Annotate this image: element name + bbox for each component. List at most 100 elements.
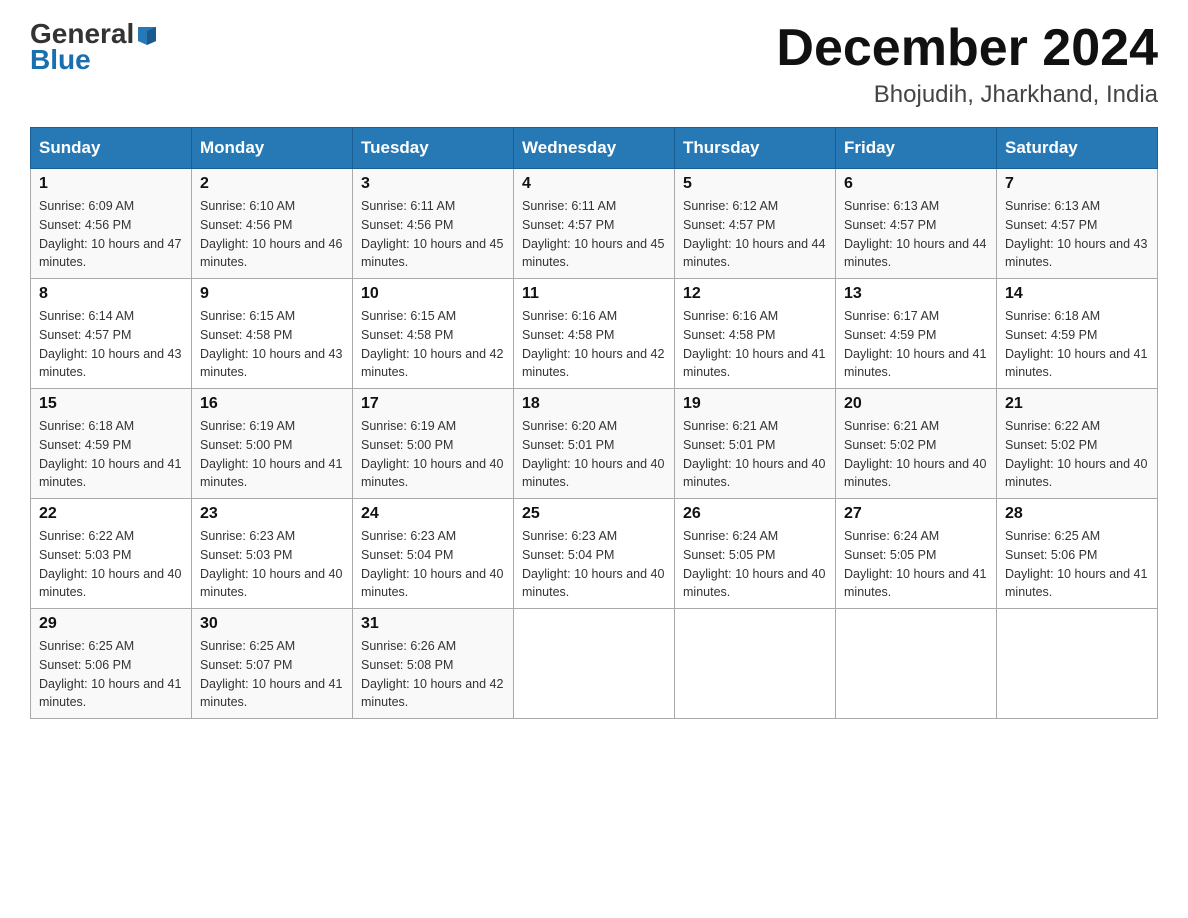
day-info: Sunrise: 6:13 AMSunset: 4:57 PMDaylight:… <box>1005 197 1149 272</box>
calendar-day-cell: 12Sunrise: 6:16 AMSunset: 4:58 PMDayligh… <box>675 279 836 389</box>
day-info: Sunrise: 6:19 AMSunset: 5:00 PMDaylight:… <box>200 417 344 492</box>
calendar-day-cell: 4 Sunrise: 6:11 AMSunset: 4:57 PMDaylight… <box>514 169 675 279</box>
day-info: Sunrise: 6:26 AMSunset: 5:08 PMDaylight:… <box>361 637 505 712</box>
calendar-day-cell <box>836 609 997 719</box>
day-number: 1 <box>39 175 183 193</box>
day-number: 13 <box>844 285 988 303</box>
calendar-day-cell: 18 Sunrise: 6:20 AMSunset: 5:01 PMDayligh… <box>514 389 675 499</box>
calendar-day-cell: 10 Sunrise: 6:15 AMSunset: 4:58 PMDayligh… <box>353 279 514 389</box>
day-info: Sunrise: 6:20 AMSunset: 5:01 PMDaylight:… <box>522 417 666 492</box>
day-of-week-header: Tuesday <box>353 128 514 169</box>
calendar-day-cell <box>675 609 836 719</box>
calendar-day-cell: 1 Sunrise: 6:09 AMSunset: 4:56 PMDaylight… <box>31 169 192 279</box>
calendar-day-cell: 17 Sunrise: 6:19 AMSunset: 5:00 PMDayligh… <box>353 389 514 499</box>
day-number: 30 <box>200 615 344 633</box>
calendar-day-cell: 16 Sunrise: 6:19 AMSunset: 5:00 PMDayligh… <box>192 389 353 499</box>
calendar-day-cell: 8 Sunrise: 6:14 AMSunset: 4:57 PMDaylight… <box>31 279 192 389</box>
day-number: 21 <box>1005 395 1149 413</box>
day-info: Sunrise: 6:23 AMSunset: 5:04 PMDaylight:… <box>361 527 505 602</box>
day-number: 19 <box>683 395 827 413</box>
calendar-day-cell: 25 Sunrise: 6:23 AMSunset: 5:04 PMDayligh… <box>514 499 675 609</box>
calendar-week-row: 15Sunrise: 6:18 AMSunset: 4:59 PMDayligh… <box>31 389 1158 499</box>
calendar-day-cell: 22Sunrise: 6:22 AMSunset: 5:03 PMDayligh… <box>31 499 192 609</box>
day-info: Sunrise: 6:15 AMSunset: 4:58 PMDaylight:… <box>361 307 505 382</box>
calendar-day-cell: 5 Sunrise: 6:12 AMSunset: 4:57 PMDaylight… <box>675 169 836 279</box>
location-title: Bhojudih, Jharkhand, India <box>776 81 1158 109</box>
day-number: 31 <box>361 615 505 633</box>
day-info: Sunrise: 6:12 AMSunset: 4:57 PMDaylight:… <box>683 197 827 272</box>
calendar-day-cell <box>514 609 675 719</box>
day-of-week-header: Wednesday <box>514 128 675 169</box>
day-number: 5 <box>683 175 827 193</box>
calendar-day-cell: 23 Sunrise: 6:23 AMSunset: 5:03 PMDayligh… <box>192 499 353 609</box>
calendar-day-cell: 29Sunrise: 6:25 AMSunset: 5:06 PMDayligh… <box>31 609 192 719</box>
day-info: Sunrise: 6:25 AMSunset: 5:06 PMDaylight:… <box>39 637 183 712</box>
day-number: 17 <box>361 395 505 413</box>
calendar-day-cell: 31 Sunrise: 6:26 AMSunset: 5:08 PMDayligh… <box>353 609 514 719</box>
calendar-day-cell: 13 Sunrise: 6:17 AMSunset: 4:59 PMDayligh… <box>836 279 997 389</box>
day-info: Sunrise: 6:11 AMSunset: 4:56 PMDaylight:… <box>361 197 505 272</box>
calendar-day-cell: 24 Sunrise: 6:23 AMSunset: 5:04 PMDayligh… <box>353 499 514 609</box>
day-number: 25 <box>522 505 666 523</box>
calendar-day-cell: 30Sunrise: 6:25 AMSunset: 5:07 PMDayligh… <box>192 609 353 719</box>
calendar-day-cell: 27Sunrise: 6:24 AMSunset: 5:05 PMDayligh… <box>836 499 997 609</box>
day-number: 24 <box>361 505 505 523</box>
day-info: Sunrise: 6:17 AMSunset: 4:59 PMDaylight:… <box>844 307 988 382</box>
day-info: Sunrise: 6:10 AMSunset: 4:56 PMDaylight:… <box>200 197 344 272</box>
calendar-day-cell: 6 Sunrise: 6:13 AMSunset: 4:57 PMDaylight… <box>836 169 997 279</box>
calendar-week-row: 1 Sunrise: 6:09 AMSunset: 4:56 PMDaylight… <box>31 169 1158 279</box>
day-number: 16 <box>200 395 344 413</box>
day-info: Sunrise: 6:09 AMSunset: 4:56 PMDaylight:… <box>39 197 183 272</box>
calendar-week-row: 29Sunrise: 6:25 AMSunset: 5:06 PMDayligh… <box>31 609 1158 719</box>
day-info: Sunrise: 6:23 AMSunset: 5:04 PMDaylight:… <box>522 527 666 602</box>
day-info: Sunrise: 6:25 AMSunset: 5:06 PMDaylight:… <box>1005 527 1149 602</box>
calendar-day-cell: 11 Sunrise: 6:16 AMSunset: 4:58 PMDayligh… <box>514 279 675 389</box>
day-info: Sunrise: 6:16 AMSunset: 4:58 PMDaylight:… <box>522 307 666 382</box>
month-title: December 2024 <box>776 20 1158 77</box>
day-number: 7 <box>1005 175 1149 193</box>
day-number: 12 <box>683 285 827 303</box>
day-number: 26 <box>683 505 827 523</box>
day-info: Sunrise: 6:15 AMSunset: 4:58 PMDaylight:… <box>200 307 344 382</box>
day-number: 2 <box>200 175 344 193</box>
calendar-table: SundayMondayTuesdayWednesdayThursdayFrid… <box>30 127 1158 719</box>
day-number: 8 <box>39 285 183 303</box>
day-number: 9 <box>200 285 344 303</box>
day-of-week-header: Sunday <box>31 128 192 169</box>
calendar-day-cell: 21 Sunrise: 6:22 AMSunset: 5:02 PMDayligh… <box>997 389 1158 499</box>
day-number: 14 <box>1005 285 1149 303</box>
logo-blue: Blue <box>30 44 91 76</box>
day-number: 18 <box>522 395 666 413</box>
day-of-week-header: Monday <box>192 128 353 169</box>
day-number: 28 <box>1005 505 1149 523</box>
day-number: 23 <box>200 505 344 523</box>
day-number: 15 <box>39 395 183 413</box>
calendar-day-cell: 15Sunrise: 6:18 AMSunset: 4:59 PMDayligh… <box>31 389 192 499</box>
calendar-day-cell: 28 Sunrise: 6:25 AMSunset: 5:06 PMDayligh… <box>997 499 1158 609</box>
day-number: 3 <box>361 175 505 193</box>
day-info: Sunrise: 6:23 AMSunset: 5:03 PMDaylight:… <box>200 527 344 602</box>
day-of-week-header: Friday <box>836 128 997 169</box>
calendar-day-cell: 9 Sunrise: 6:15 AMSunset: 4:58 PMDaylight… <box>192 279 353 389</box>
day-info: Sunrise: 6:19 AMSunset: 5:00 PMDaylight:… <box>361 417 505 492</box>
calendar-header-row: SundayMondayTuesdayWednesdayThursdayFrid… <box>31 128 1158 169</box>
day-number: 10 <box>361 285 505 303</box>
day-info: Sunrise: 6:13 AMSunset: 4:57 PMDaylight:… <box>844 197 988 272</box>
day-info: Sunrise: 6:22 AMSunset: 5:02 PMDaylight:… <box>1005 417 1149 492</box>
day-info: Sunrise: 6:24 AMSunset: 5:05 PMDaylight:… <box>683 527 827 602</box>
day-number: 22 <box>39 505 183 523</box>
day-number: 4 <box>522 175 666 193</box>
day-info: Sunrise: 6:11 AMSunset: 4:57 PMDaylight:… <box>522 197 666 272</box>
calendar-week-row: 22Sunrise: 6:22 AMSunset: 5:03 PMDayligh… <box>31 499 1158 609</box>
day-number: 6 <box>844 175 988 193</box>
calendar-day-cell: 3 Sunrise: 6:11 AMSunset: 4:56 PMDaylight… <box>353 169 514 279</box>
day-number: 11 <box>522 285 666 303</box>
day-info: Sunrise: 6:18 AMSunset: 4:59 PMDaylight:… <box>1005 307 1149 382</box>
calendar-week-row: 8 Sunrise: 6:14 AMSunset: 4:57 PMDaylight… <box>31 279 1158 389</box>
day-of-week-header: Thursday <box>675 128 836 169</box>
day-of-week-header: Saturday <box>997 128 1158 169</box>
calendar-day-cell: 2 Sunrise: 6:10 AMSunset: 4:56 PMDaylight… <box>192 169 353 279</box>
day-info: Sunrise: 6:14 AMSunset: 4:57 PMDaylight:… <box>39 307 183 382</box>
calendar-day-cell: 14 Sunrise: 6:18 AMSunset: 4:59 PMDayligh… <box>997 279 1158 389</box>
page-header: General Blue December 2024 Bhojudih, Jha… <box>30 20 1158 109</box>
